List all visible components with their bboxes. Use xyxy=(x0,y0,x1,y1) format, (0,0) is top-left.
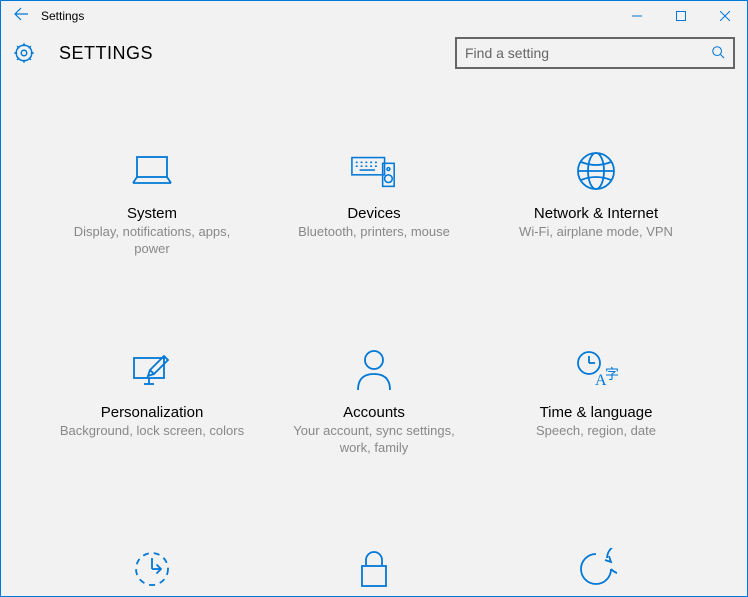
monitor-pen-icon xyxy=(128,348,176,392)
settings-gear-icon xyxy=(11,40,37,66)
minimize-button[interactable] xyxy=(615,1,659,31)
tile-desc: Display, notifications, apps, power xyxy=(51,224,253,258)
globe-icon xyxy=(572,149,620,193)
laptop-icon xyxy=(128,149,176,193)
titlebar: Settings xyxy=(1,1,747,31)
maximize-button[interactable] xyxy=(659,1,703,31)
tile-title: Accounts xyxy=(343,404,405,421)
tile-time-language[interactable]: A 字 Time & language Speech, region, date xyxy=(495,348,697,457)
back-button[interactable] xyxy=(1,6,41,27)
page-title: SETTINGS xyxy=(59,43,153,64)
search-box[interactable] xyxy=(455,37,735,69)
tile-desc: Speech, region, date xyxy=(528,423,664,440)
search-input[interactable] xyxy=(465,45,711,61)
window-title: Settings xyxy=(41,9,615,23)
window-controls xyxy=(615,1,747,31)
tile-title: Network & Internet xyxy=(534,205,658,222)
tile-title: Devices xyxy=(347,205,400,222)
svg-text:字: 字 xyxy=(605,367,619,383)
tile-personalization[interactable]: Personalization Background, lock screen,… xyxy=(51,348,253,457)
header: SETTINGS xyxy=(1,31,747,79)
search-icon xyxy=(711,45,725,62)
tile-ease-of-access[interactable] xyxy=(51,547,253,596)
clock-character-icon: A 字 xyxy=(572,348,620,392)
lock-icon xyxy=(350,547,398,591)
tile-devices[interactable]: Devices Bluetooth, printers, mouse xyxy=(273,149,475,258)
tile-network[interactable]: Network & Internet Wi-Fi, airplane mode,… xyxy=(495,149,697,258)
tile-title: Personalization xyxy=(101,404,204,421)
tile-desc: Your account, sync settings, work, famil… xyxy=(273,423,475,457)
tile-desc: Wi-Fi, airplane mode, VPN xyxy=(511,224,681,241)
tile-system[interactable]: System Display, notifications, apps, pow… xyxy=(51,149,253,258)
tile-desc: Background, lock screen, colors xyxy=(52,423,252,440)
tile-title: Time & language xyxy=(540,404,653,421)
tile-title: System xyxy=(127,205,177,222)
close-button[interactable] xyxy=(703,1,747,31)
tile-update[interactable] xyxy=(495,547,697,596)
keyboard-speaker-icon xyxy=(350,149,398,193)
tile-desc: Bluetooth, printers, mouse xyxy=(290,224,458,241)
tile-accounts[interactable]: Accounts Your account, sync settings, wo… xyxy=(273,348,475,457)
tile-privacy[interactable] xyxy=(273,547,475,596)
refresh-icon xyxy=(572,547,620,591)
settings-grid: System Display, notifications, apps, pow… xyxy=(1,79,747,596)
person-icon xyxy=(350,348,398,392)
dashed-clock-icon xyxy=(128,547,176,591)
